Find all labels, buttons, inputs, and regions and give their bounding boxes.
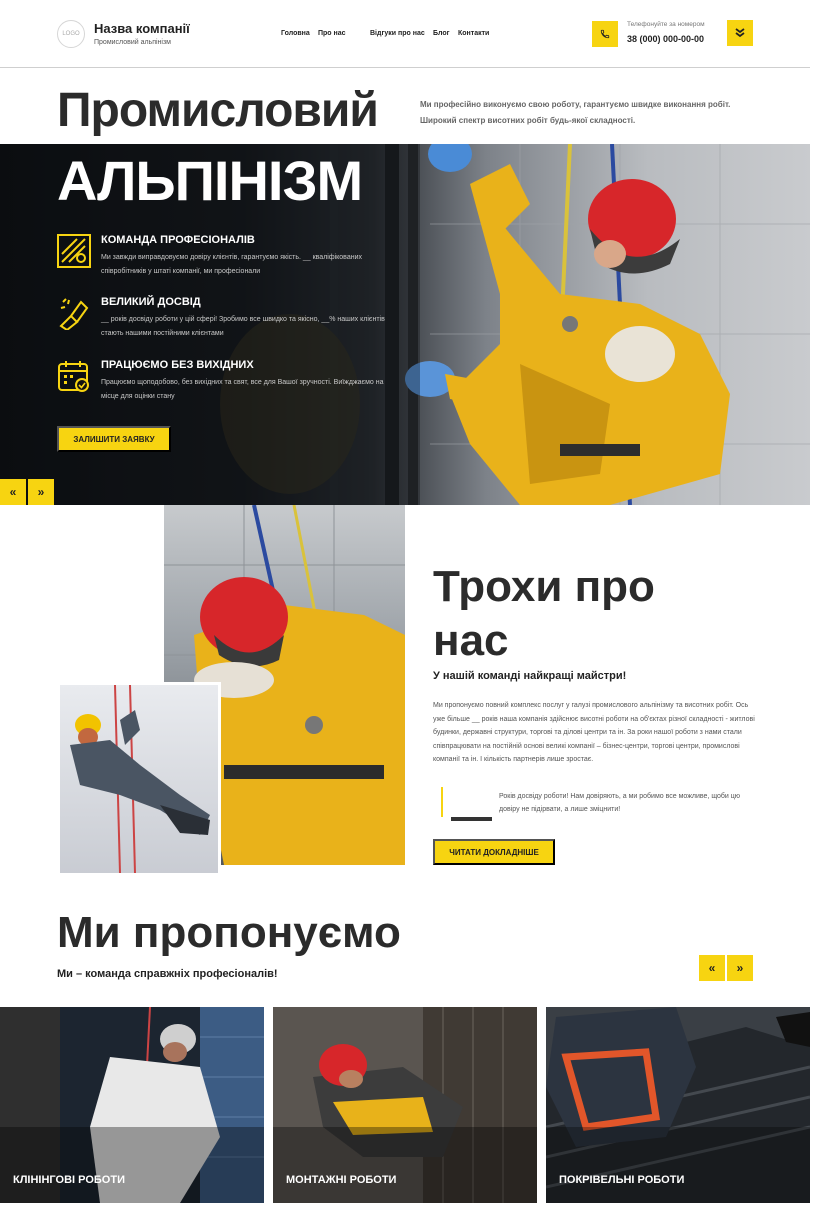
about-subtitle: У нашій команді найкращі майстри! — [433, 670, 627, 682]
service-card-installation[interactable]: МОНТАЖНІ РОБОТИ — [273, 1007, 537, 1203]
service-card-roofing-label: ПОКРІВЕЛЬНІ РОБОТИ — [559, 1174, 685, 1186]
experience-icon — [59, 298, 89, 330]
feature-team-text: Ми завжди виправдовуємо довіру клієнтів,… — [101, 254, 362, 275]
leave-request-button[interactable]: ЗАЛИШИТИ ЗАЯВКУ — [57, 426, 171, 452]
menu-toggle-button[interactable] — [727, 20, 753, 46]
feature-no-weekends: ПРАЦЮЄМО БЕЗ ВИХІДНИХ Працюємо щоподобов… — [57, 359, 387, 409]
logo[interactable]: LOGO — [57, 20, 85, 48]
hero-title-line1: Промисловий — [57, 84, 379, 137]
read-more-button[interactable]: ЧИТАТИ ДОКЛАДНІШЕ — [433, 839, 555, 865]
double-chevron-down-icon — [735, 28, 745, 38]
nav-home[interactable]: Головна — [281, 30, 310, 37]
about-title: Трохи про нас — [433, 562, 655, 665]
about-text: Ми пропонуємо повний комплекс послуг у г… — [433, 702, 755, 763]
calendar-icon — [58, 361, 89, 392]
nav-contacts[interactable]: Контакти — [458, 30, 489, 37]
feature-team: КОМАНДА ПРОФЕСІОНАЛІВ Ми завжди виправдо… — [57, 234, 387, 284]
feature-experience-title: ВЕЛИКИЙ ДОСВІД — [101, 296, 201, 308]
company-name: Назва компанії — [94, 21, 190, 36]
company-tagline: Промисловий альпінізм — [94, 39, 171, 46]
site-header: LOGO Назва компанії Промисловий альпініз… — [0, 0, 810, 68]
phone-caption: Телефонуйте за номером — [627, 21, 705, 28]
service-card-cleaning[interactable]: КЛІНІНГОВІ РОБОТИ — [0, 1007, 264, 1203]
services-subtitle: Ми – команда справжніх професіоналів! — [57, 968, 278, 980]
services-next-button[interactable]: » — [727, 955, 753, 981]
about-photo-secondary-art — [70, 685, 210, 873]
nav-blog[interactable]: Блог — [433, 30, 450, 37]
quote-dash — [451, 817, 492, 821]
phone-icon — [600, 29, 610, 39]
quote-accent-bar — [441, 787, 443, 817]
services-prev-button[interactable]: « — [699, 955, 725, 981]
feature-experience: ВЕЛИКИЙ ДОСВІД __ років досвіду роботи у… — [57, 296, 387, 346]
feature-team-title: КОМАНДА ПРОФЕСІОНАЛІВ — [101, 234, 255, 246]
phone-number[interactable]: 38 (000) 000-00-00 — [627, 34, 704, 44]
service-card-roofing[interactable]: ПОКРІВЕЛЬНІ РОБОТИ — [546, 1007, 810, 1203]
services-title: Ми пропонуємо — [57, 908, 401, 957]
phone-button[interactable] — [592, 21, 618, 47]
hero-description: Ми професійно виконуємо свою роботу, гар… — [420, 100, 731, 125]
feature-no-weekends-text: Працюємо щоподобово, без вихідних та свя… — [101, 379, 384, 400]
nav-reviews[interactable]: Відгуки про нас — [370, 30, 425, 37]
about-quote: Років досвіду роботи! Нам довіряють, а м… — [499, 793, 741, 813]
hero-title-line2: АЛЬПІНІЗМ — [57, 149, 363, 212]
feature-experience-text: __ років досвіду роботи у цій сфері! Зро… — [101, 316, 385, 337]
team-icon — [57, 234, 91, 268]
company-block: Назва компанії Промисловий альпінізм — [94, 21, 190, 46]
service-card-installation-label: МОНТАЖНІ РОБОТИ — [286, 1174, 397, 1186]
hero-prev-button[interactable]: « — [0, 479, 26, 505]
nav-about[interactable]: Про нас — [318, 30, 346, 37]
service-card-cleaning-label: КЛІНІНГОВІ РОБОТИ — [13, 1174, 125, 1186]
hero-next-button[interactable]: » — [28, 479, 54, 505]
about-photo-secondary — [57, 682, 221, 876]
feature-no-weekends-title: ПРАЦЮЄМО БЕЗ ВИХІДНИХ — [101, 359, 254, 371]
